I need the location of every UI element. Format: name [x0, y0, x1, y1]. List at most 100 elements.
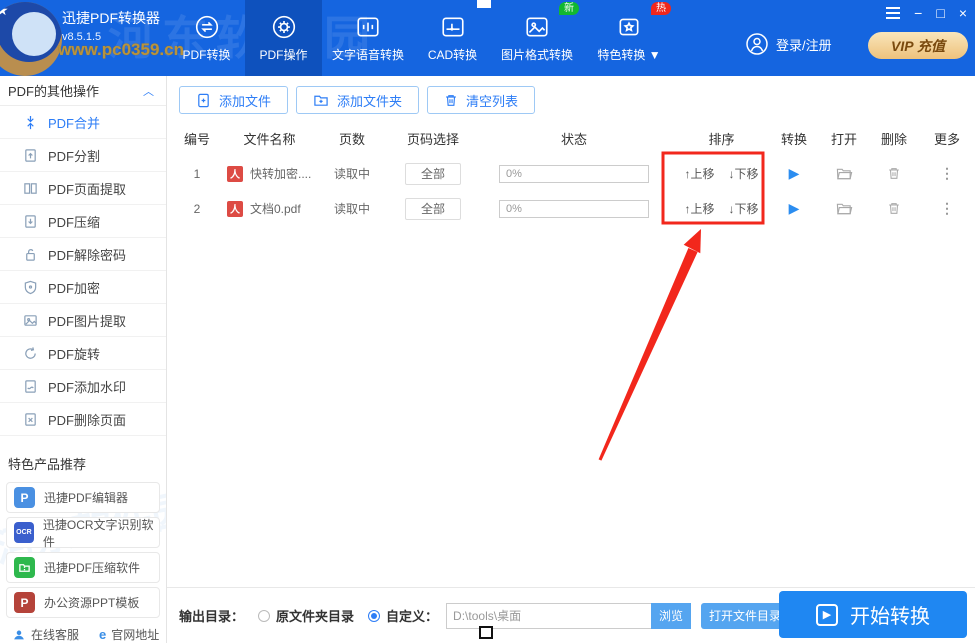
open-folder-icon[interactable] — [819, 202, 869, 216]
clear-list-button[interactable]: 清空列表 — [427, 86, 535, 114]
radio-original-folder[interactable] — [258, 610, 270, 622]
official-site-link[interactable]: e 官网地址 — [99, 626, 159, 643]
product-ocr-software[interactable]: OCR 迅捷OCR文字识别软件 — [6, 517, 160, 548]
sort-cell: ↑上移 ↓下移 — [674, 165, 769, 182]
progress-bar: 0% — [499, 200, 649, 218]
product-pdf-compressor[interactable]: 迅捷PDF压缩软件 — [6, 552, 160, 583]
tab-pdf-convert[interactable]: PDF转换 — [168, 0, 245, 76]
col-header: 排序 — [674, 129, 769, 148]
sidebar-item-pdf-delete-page[interactable]: PDF删除页面 — [0, 403, 166, 436]
header-bar: 河东软件园 ★ 迅捷PDF转换器 v8.5.1.5 www.pc0359.cn … — [0, 0, 975, 76]
minimize-button[interactable]: − — [914, 4, 922, 22]
move-up-button[interactable]: ↑上移 — [684, 165, 714, 182]
sort-cell: ↑上移 ↓下移 — [674, 200, 769, 217]
delete-row-icon[interactable] — [869, 166, 919, 181]
convert-play-button[interactable]: ▶ — [769, 165, 819, 182]
delete-page-icon — [22, 411, 38, 427]
sidebar-item-pdf-page-extract[interactable]: PDF页面提取 — [0, 172, 166, 205]
tab-cad-convert[interactable]: CAD转换 — [414, 0, 491, 76]
folder-plus-icon — [313, 93, 329, 108]
button-label: 清空列表 — [466, 91, 518, 110]
product-ppt-templates[interactable]: P 办公资源PPT模板 — [6, 587, 160, 618]
sidebar-item-label: PDF图片提取 — [48, 311, 126, 330]
tab-special-convert[interactable]: 热 特色转换 ▼ — [583, 0, 675, 76]
table-row: 2 人 文档0.pdf 读取中 全部 0% ↑上移 ↓下移 ▶ ⋮ — [167, 191, 975, 226]
col-header: 转换 — [769, 129, 819, 148]
page-select-button[interactable]: 全部 — [405, 198, 461, 220]
table-row: 1 人 快转加密.... 读取中 全部 0% ↑上移 ↓下移 ▶ ⋮ — [167, 156, 975, 191]
add-file-button[interactable]: 添加文件 — [179, 86, 288, 114]
output-dir-label: 输出目录： — [179, 606, 244, 625]
product-label: 迅捷PDF编辑器 — [44, 489, 128, 506]
col-header: 状态 — [474, 129, 674, 148]
split-icon — [22, 147, 38, 163]
maximize-button[interactable]: □ — [936, 4, 944, 22]
radio-original-label[interactable]: 原文件夹目录 — [276, 606, 354, 625]
sidebar-item-pdf-rotate[interactable]: PDF旋转 — [0, 337, 166, 370]
convert-play-button[interactable]: ▶ — [769, 200, 819, 217]
product-label: 迅捷PDF压缩软件 — [44, 559, 140, 576]
audio-icon — [355, 14, 381, 40]
col-header: 页数 — [312, 129, 392, 148]
site-logo-icon: ★ — [0, 2, 62, 76]
move-down-button[interactable]: ↓下移 — [729, 200, 759, 217]
tab-label: 文字语音转换 — [332, 46, 404, 63]
sidebar-item-pdf-encrypt[interactable]: PDF加密 — [0, 271, 166, 304]
page-select-button[interactable]: 全部 — [405, 163, 461, 185]
radio-custom-label[interactable]: 自定义： — [386, 606, 438, 625]
radio-custom[interactable] — [368, 610, 380, 622]
tab-label: CAD转换 — [428, 46, 477, 63]
move-up-button[interactable]: ↑上移 — [684, 200, 714, 217]
open-directory-button[interactable]: 打开文件目录 — [701, 603, 789, 629]
support-icon — [12, 628, 26, 642]
add-folder-button[interactable]: 添加文件夹 — [296, 86, 419, 114]
sidebar-item-pdf-image-extract[interactable]: PDF图片提取 — [0, 304, 166, 337]
screenshot-artifact — [479, 626, 493, 639]
sidebar-footer: 在线客服 e 官网地址 — [0, 626, 166, 643]
move-down-button[interactable]: ↓下移 — [729, 165, 759, 182]
open-folder-icon[interactable] — [819, 167, 869, 181]
file-toolbar: 添加文件 添加文件夹 清空列表 — [167, 76, 975, 114]
tab-text-speech[interactable]: 文字语音转换 — [322, 0, 414, 76]
user-icon — [745, 32, 769, 56]
sidebar-item-pdf-watermark[interactable]: PDF添加水印 — [0, 370, 166, 403]
app-title: 迅捷PDF转换器 — [62, 8, 160, 28]
sidebar-item-label: PDF删除页面 — [48, 410, 126, 429]
start-convert-button[interactable]: ▶ 开始转换 — [779, 591, 967, 638]
tab-pdf-operate[interactable]: PDF操作 — [245, 0, 322, 76]
chevron-up-icon: ︿ — [143, 83, 154, 99]
sidebar-item-label: PDF分割 — [48, 146, 100, 165]
sidebar-item-pdf-split[interactable]: PDF分割 — [0, 139, 166, 172]
pdf-file-icon: 人 — [227, 201, 243, 217]
online-support-link[interactable]: 在线客服 — [12, 626, 79, 643]
sidebar-item-pdf-compress[interactable]: PDF压缩 — [0, 205, 166, 238]
trash-icon — [444, 93, 458, 108]
menu-icon[interactable] — [886, 7, 900, 19]
pdf-file-icon: 人 — [227, 166, 243, 182]
more-options-button[interactable]: ⋮ — [919, 165, 975, 182]
more-options-button[interactable]: ⋮ — [919, 200, 975, 217]
product-pdf-editor[interactable]: P 迅捷PDF编辑器 — [6, 482, 160, 513]
output-bar: 输出目录： 原文件夹目录 自定义： 浏览 打开文件目录 ▶ 开始转换 — [167, 587, 975, 643]
delete-row-icon[interactable] — [869, 201, 919, 216]
sidebar-item-label: PDF加密 — [48, 278, 100, 297]
file-name: 文档0.pdf — [250, 200, 301, 217]
sidebar-item-pdf-merge[interactable]: PDF合并 — [0, 106, 166, 139]
gear-icon — [271, 14, 297, 40]
vip-recharge-button[interactable]: VIP 充值 — [868, 32, 968, 59]
file-name: 快转加密.... — [250, 165, 311, 182]
browse-button[interactable]: 浏览 — [651, 603, 691, 629]
unlock-icon — [22, 246, 38, 262]
window-controls: − □ × — [886, 4, 967, 22]
promo-section-title: 特色产品推荐 — [0, 452, 166, 478]
sidebar-group-header[interactable]: PDF的其他操作 ︿ — [0, 76, 166, 106]
website-icon: e — [99, 627, 106, 642]
side-link-label: 官网地址 — [111, 626, 159, 643]
output-path-input[interactable] — [446, 603, 651, 629]
play-square-icon: ▶ — [816, 604, 838, 626]
col-header: 打开 — [819, 129, 869, 148]
sidebar-item-pdf-remove-password[interactable]: PDF解除密码 — [0, 238, 166, 271]
login-register-link[interactable]: 登录/注册 — [745, 32, 832, 56]
tab-image-format[interactable]: 新 图片格式转换 — [491, 0, 583, 76]
close-button[interactable]: × — [959, 4, 967, 22]
